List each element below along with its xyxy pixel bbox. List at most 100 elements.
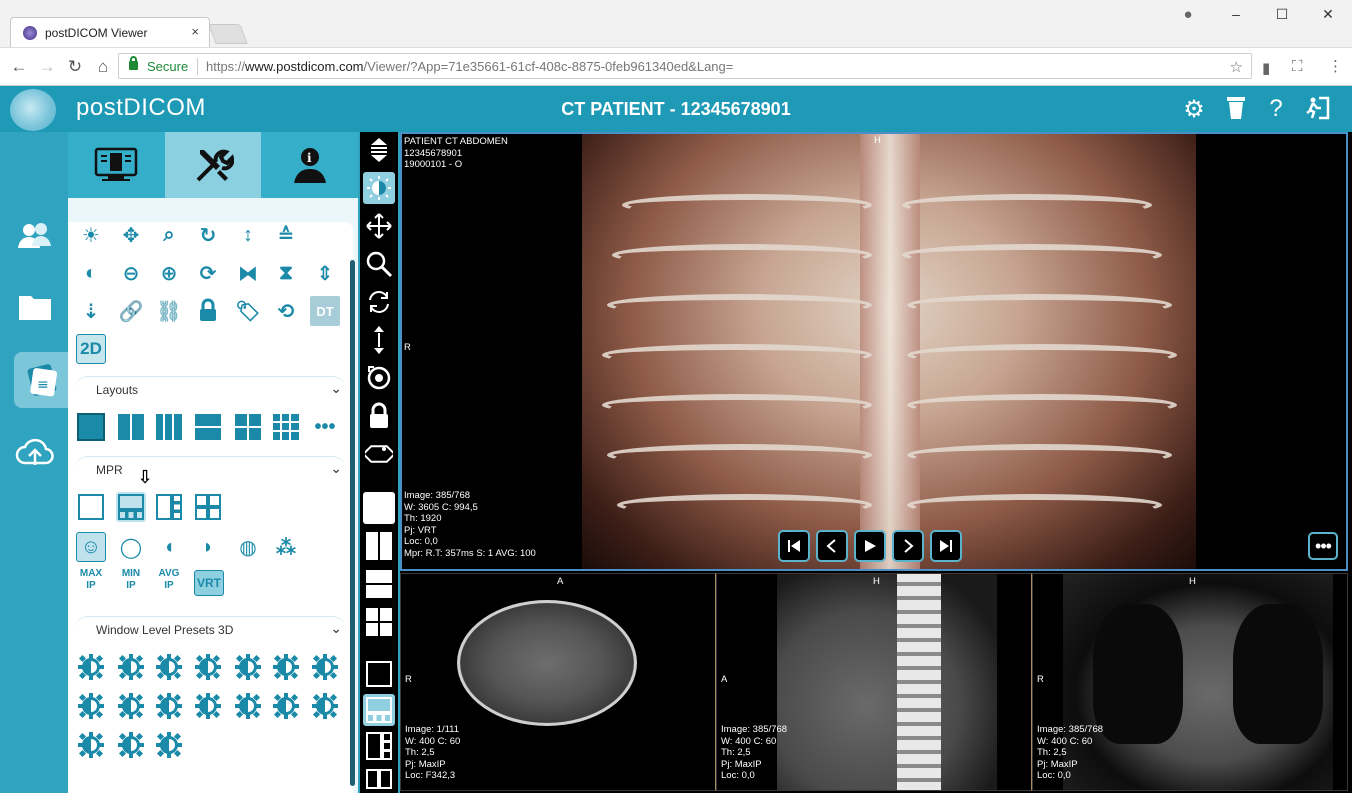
pan-icon[interactable] (363, 210, 395, 242)
minip-button[interactable]: MIN IP (114, 568, 148, 592)
wl-preset-icon[interactable] (154, 730, 184, 760)
profile-icon[interactable]: ● (1178, 6, 1198, 23)
lock-icon[interactable] (363, 400, 395, 432)
vrt-button[interactable]: VRT (194, 570, 224, 596)
mpr-1-3-icon[interactable] (116, 492, 146, 522)
patients-icon[interactable] (14, 216, 56, 254)
wl-preset-icon[interactable] (271, 652, 301, 682)
tab-tools[interactable] (165, 132, 261, 198)
screen-extension-icon[interactable]: ⛶ (1292, 58, 1303, 75)
wl-presets-section-header[interactable]: Window Level Presets 3D ⌄ (74, 616, 346, 642)
wl-preset-icon[interactable] (310, 691, 340, 721)
viewer-rail-item[interactable]: ≡ (14, 352, 70, 408)
layout-two-row-icon[interactable] (363, 568, 395, 600)
panel-scrollbar[interactable] (350, 260, 355, 786)
mpr-1-3-icon[interactable] (363, 694, 395, 726)
wl-preset-icon[interactable] (116, 652, 146, 682)
pan-icon[interactable]: ✥ (116, 222, 146, 250)
head-top-icon[interactable]: ◍ (233, 532, 263, 562)
maxip-button[interactable]: MAX IP (74, 568, 108, 592)
maximize-button[interactable]: ☐ (1272, 6, 1292, 23)
brightness-contrast-icon[interactable]: ☀ (76, 222, 106, 250)
folder-icon[interactable] (14, 288, 56, 326)
forward-icon[interactable]: → (36, 57, 58, 77)
mpr-single-icon[interactable] (363, 658, 395, 690)
wl-preset-icon[interactable] (154, 652, 184, 682)
reset-view-icon[interactable] (363, 362, 395, 394)
reset-icon[interactable]: ⟲ (271, 296, 301, 326)
zoom-icon[interactable]: ⌕ (154, 222, 184, 250)
layout-quad-icon[interactable] (363, 606, 395, 638)
menu-icon[interactable]: ⋮ (1328, 57, 1343, 75)
layout-two-column-icon[interactable] (363, 530, 395, 562)
zoom-out-icon[interactable]: ⊖ (116, 258, 146, 288)
zoom-icon[interactable] (363, 248, 395, 280)
close-window-button[interactable]: ✕ (1318, 6, 1338, 23)
wl-preset-icon[interactable] (116, 730, 146, 760)
layouts-section-header[interactable]: Layouts ⌄ (74, 376, 346, 402)
wl-preset-icon[interactable] (233, 691, 263, 721)
stack-icon[interactable]: ≙ (271, 222, 301, 250)
2d-button[interactable]: 2D (76, 334, 106, 364)
wl-preset-icon[interactable] (233, 652, 263, 682)
compress-vertical-icon[interactable]: ⇣ (76, 296, 106, 326)
more-options-button[interactable]: ••• (1308, 532, 1338, 560)
tab-close-icon[interactable]: × (191, 24, 199, 39)
settings-icon[interactable]: ⚙ (1180, 95, 1208, 123)
mpr-1-2-icon[interactable] (154, 492, 184, 522)
layout-1x1-icon[interactable] (76, 412, 106, 442)
tag-icon[interactable] (363, 438, 395, 470)
play-button[interactable] (854, 530, 886, 562)
scroll-slices-icon[interactable] (363, 324, 395, 356)
coronal-view[interactable]: H R Image: 385/768 W: 400 C: 60 Th: 2,5 … (1032, 573, 1348, 791)
tab-info[interactable]: i (262, 132, 358, 198)
home-icon[interactable]: ⌂ (92, 57, 114, 77)
next-frame-button[interactable] (892, 530, 924, 562)
cloud-upload-icon[interactable] (14, 434, 56, 472)
browser-tab[interactable]: postDICOM Viewer × (10, 17, 210, 47)
stack-scroll-icon[interactable] (363, 134, 395, 166)
flip-vertical-icon[interactable]: ⧗ (271, 258, 301, 288)
tag-icon[interactable]: 🏷 (233, 296, 263, 326)
head-back-icon[interactable]: ◯ (116, 532, 146, 562)
bookmark-star-icon[interactable]: ☆ (1230, 58, 1243, 76)
axial-view[interactable]: A R Image: 1/111 W: 400 C: 60 Th: 2,5 Pj… (400, 573, 716, 791)
last-frame-button[interactable] (930, 530, 962, 562)
dt-button[interactable]: DT (310, 296, 340, 326)
layout-single-icon[interactable] (363, 492, 395, 524)
mpr-2x2-icon[interactable] (363, 766, 395, 792)
mpr-1-2-icon[interactable] (363, 730, 395, 762)
rotate-icon[interactable] (363, 286, 395, 318)
wl-preset-icon[interactable] (76, 730, 106, 760)
feet-icon[interactable]: ⁂ (271, 532, 301, 562)
invert-icon[interactable]: ◐ (76, 258, 106, 288)
url-input[interactable]: Secure https://www.postdicom.com/Viewer/… (118, 53, 1252, 79)
sagittal-view[interactable]: H A Image: 385/768 W: 400 C: 60 Th: 2,5 … (716, 573, 1032, 791)
layout-1x3-icon[interactable] (154, 412, 184, 442)
window-level-icon[interactable] (363, 172, 395, 204)
minimize-button[interactable]: – (1226, 6, 1246, 22)
back-icon[interactable]: ← (8, 57, 30, 77)
mpr-section-header[interactable]: MPR ⌄ (74, 456, 346, 482)
zoom-in-icon[interactable]: ⊕ (154, 258, 184, 288)
unlink-icon[interactable]: ⛓ (154, 296, 184, 326)
tab-viewer[interactable] (68, 132, 164, 198)
expand-vertical-icon[interactable]: ⇕ (310, 258, 340, 288)
scroll-icon[interactable]: ↕ (233, 222, 263, 250)
pdf-extension-icon[interactable]: ▮ (1262, 59, 1270, 77)
volume-render-view[interactable]: PATIENT CT ABDOMEN 12345678901 19000101 … (400, 132, 1348, 571)
first-frame-button[interactable] (778, 530, 810, 562)
image-viewport[interactable]: PATIENT CT ABDOMEN 12345678901 19000101 … (400, 132, 1352, 793)
new-tab-button[interactable] (208, 24, 248, 44)
wl-preset-icon[interactable] (76, 652, 106, 682)
exit-icon[interactable] (1304, 95, 1332, 123)
previous-frame-button[interactable] (816, 530, 848, 562)
layout-1x2-icon[interactable] (116, 412, 146, 442)
wl-preset-icon[interactable] (116, 691, 146, 721)
reload-icon[interactable]: ↻ (64, 57, 86, 77)
flip-horizontal-icon[interactable]: ⧓ (233, 258, 263, 288)
layout-2x1-icon[interactable] (193, 412, 223, 442)
mpr-2x2-icon[interactable] (193, 492, 223, 522)
head-front-icon[interactable]: ☺ (76, 532, 106, 562)
rotate-icon[interactable]: ↻ (193, 222, 223, 250)
